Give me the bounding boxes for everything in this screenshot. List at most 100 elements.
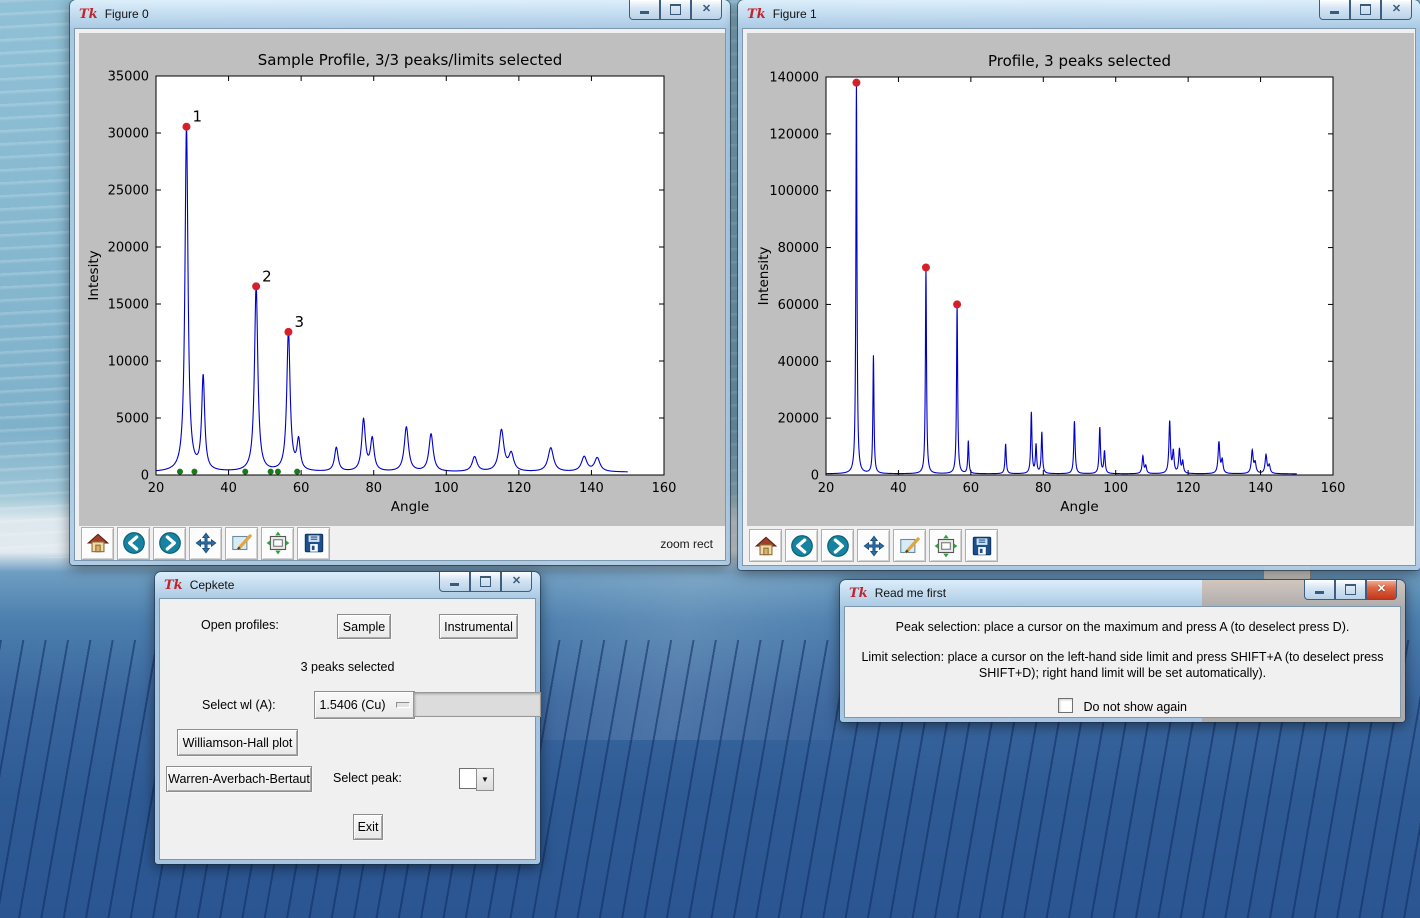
svg-text:Angle: Angle [391,499,429,515]
close-button[interactable]: ✕ [691,0,722,20]
close-button[interactable]: ✕ [1381,0,1412,20]
configure-subplots-icon [933,533,959,559]
svg-text:Intesity: Intesity [86,250,102,300]
figure1-client: 2040608010012014016002000040000600008000… [742,28,1416,566]
svg-text:Sample Profile, 3/3 peaks/limi: Sample Profile, 3/3 peaks/limits selecte… [258,51,563,69]
configure-subplots-button[interactable] [261,527,294,560]
do-not-show-label: Do not show again [1083,700,1187,714]
tk-icon: Tk [747,8,766,21]
maximize-button[interactable] [1335,580,1366,600]
svg-text:0: 0 [811,469,819,484]
minimize-button[interactable] [1319,0,1350,20]
forward-icon [157,530,183,556]
cepkete-window: Tk Cepkete ✕ Open profiles: Sample Instr… [155,572,540,864]
configure-subplots-button[interactable] [929,529,962,562]
window-title: Read me first [875,586,946,600]
figure1-titlebar[interactable]: Tk Figure 1 [738,0,1420,28]
forward-icon [825,533,851,559]
close-icon: ✕ [702,4,711,15]
exit-button[interactable]: Exit [353,814,383,840]
do-not-show-checkbox[interactable] [1058,698,1073,713]
svg-text:80000: 80000 [778,241,819,256]
svg-text:15000: 15000 [108,298,149,313]
close-button[interactable]: ✕ [1366,580,1397,600]
figure0-plot-canvas[interactable]: 1232040608010012014016005000100001500020… [79,33,725,526]
svg-text:20000: 20000 [108,241,149,256]
close-icon: ✕ [1377,584,1386,595]
cepkete-caption-buttons: ✕ [439,572,532,592]
zoom-rect-button[interactable] [893,529,926,562]
svg-text:160: 160 [1321,481,1346,496]
window-title: Cepkete [190,578,235,592]
figure1-window: Tk Figure 1 ✕ 20406080100120140160020000… [738,0,1420,570]
configure-subplots-icon [265,530,291,556]
minimize-button[interactable] [629,0,660,20]
svg-text:100: 100 [434,481,459,496]
svg-text:80: 80 [365,481,382,496]
wavelength-value: 1.5406 (Cu) [319,698,385,712]
pan-button[interactable] [857,529,890,562]
chevron-down-icon: ▼ [481,775,489,784]
svg-text:2: 2 [262,267,272,285]
combobox-dropdown-button[interactable]: ▼ [476,768,494,791]
zoom-rect-icon [229,530,255,556]
minimize-icon [640,11,649,14]
svg-text:120000: 120000 [769,127,819,142]
svg-text:140: 140 [579,481,604,496]
minimize-icon [1315,591,1324,594]
maximize-button[interactable] [470,572,501,592]
figure0-chart[interactable]: 1232040608010012014016005000100001500020… [79,33,725,526]
maximize-button[interactable] [660,0,691,20]
desktop: Tk Figure 0 ✕ 12320406080100120140160050… [0,0,1420,918]
back-button[interactable] [785,529,818,562]
svg-text:5000: 5000 [116,412,149,427]
pan-button[interactable] [189,527,222,560]
back-icon [121,530,147,556]
limit-selection-instructions: Limit selection: place a cursor on the l… [852,649,1393,681]
select-peak-label: Select peak: [333,771,402,785]
tk-icon: Tk [79,8,98,21]
save-button[interactable] [297,527,330,560]
close-button[interactable]: ✕ [501,572,532,592]
readme-caption-buttons: ✕ [1304,580,1397,600]
warren-averbach-button[interactable]: Warren-Averbach-Bertaut [166,766,312,792]
figure1-toolbar [747,528,1411,563]
close-icon: ✕ [512,576,521,587]
maximize-icon [480,576,491,587]
svg-text:60000: 60000 [778,298,819,313]
minimize-button[interactable] [1304,580,1335,600]
home-icon [85,530,111,556]
forward-button[interactable] [153,527,186,560]
instrumental-button[interactable]: Instrumental [439,614,518,639]
back-icon [789,533,815,559]
figure1-chart[interactable]: 2040608010012014016002000040000600008000… [747,33,1414,526]
svg-text:40: 40 [890,481,907,496]
home-button[interactable] [749,529,782,562]
home-button[interactable] [81,527,114,560]
williamson-hall-button[interactable]: Williamson-Hall plot [177,729,298,756]
forward-button[interactable] [821,529,854,562]
maximize-icon [1360,4,1371,15]
save-button[interactable] [965,529,998,562]
sample-button[interactable]: Sample [337,614,391,639]
maximize-button[interactable] [1350,0,1381,20]
svg-text:60: 60 [963,481,980,496]
figure0-toolbar: zoom rect [79,528,721,558]
zoom-rect-button[interactable] [225,527,258,560]
window-title: Figure 0 [105,7,149,21]
minimize-button[interactable] [439,572,470,592]
wavelength-optionmenu[interactable]: 1.5406 (Cu) [314,691,415,719]
figure1-plot-canvas[interactable]: 2040608010012014016002000040000600008000… [747,33,1414,526]
svg-text:40000: 40000 [778,355,819,370]
back-button[interactable] [117,527,150,560]
svg-text:20000: 20000 [778,412,819,427]
svg-text:60: 60 [293,481,310,496]
svg-text:100: 100 [1103,481,1128,496]
peaks-selected-text: 3 peaks selected [160,660,535,674]
do-not-show-row: Do not show again [845,698,1400,716]
minimize-icon [1330,11,1339,14]
toolbar-status: zoom rect [660,537,713,551]
wavelength-entry[interactable] [413,692,541,717]
select-wl-label: Select wl (A): [202,698,276,712]
svg-text:160: 160 [652,481,677,496]
